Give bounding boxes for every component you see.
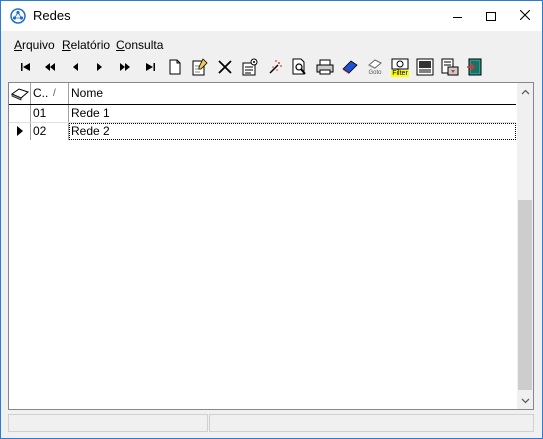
goto-button[interactable]: Goto — [365, 57, 385, 77]
row-name[interactable]: Rede 1 — [69, 105, 516, 122]
next-page-button[interactable] — [115, 57, 135, 77]
close-icon — [519, 9, 531, 23]
menu-consulta[interactable]: Consulta — [116, 38, 163, 52]
chevron-up-icon — [521, 89, 529, 94]
row-indicator — [9, 123, 31, 140]
menu-relatorio[interactable]: Relatório — [62, 38, 110, 52]
previous-page-icon — [45, 63, 55, 71]
properties-icon — [242, 58, 258, 76]
menu-relatorio-label: elatório — [70, 38, 111, 52]
row-name[interactable]: Rede 2 — [69, 123, 516, 140]
minimize-icon — [452, 16, 462, 18]
row-code[interactable]: 02 — [31, 123, 69, 140]
next-page-icon — [120, 63, 130, 71]
column-header-code[interactable]: C.. / — [31, 83, 69, 104]
book-icon — [11, 88, 29, 101]
properties-button[interactable] — [240, 57, 260, 77]
vertical-scrollbar[interactable] — [517, 83, 533, 409]
row-indicator — [9, 105, 31, 122]
first-record-icon — [21, 63, 30, 71]
close-button[interactable] — [508, 1, 542, 31]
current-row-arrow-icon — [17, 126, 23, 136]
first-record-button[interactable] — [16, 57, 36, 77]
column-header-code-label: C.. — [33, 86, 49, 100]
menu-arquivo[interactable]: Arquivo — [14, 38, 55, 52]
next-record-icon — [97, 63, 102, 71]
new-record-icon — [169, 59, 181, 75]
export-icon — [441, 58, 459, 76]
report-icon — [416, 58, 434, 76]
title-bar[interactable]: Redes — [1, 1, 542, 31]
wizard-button[interactable] — [265, 57, 285, 77]
last-record-icon — [146, 63, 155, 71]
print-icon — [316, 59, 334, 75]
goto-icon — [368, 59, 382, 69]
redes-window: Redes Arquivo Relatório Consulta Goto Fi… — [0, 0, 543, 439]
menu-arquivo-label: rquivo — [22, 38, 55, 52]
table-row-current[interactable]: 02 Rede 2 — [9, 123, 516, 140]
menu-arquivo-accel: A — [14, 38, 23, 52]
sort-indicator-icon: / — [53, 88, 56, 99]
status-panel-1 — [8, 414, 208, 432]
column-header-name-label: Nome — [71, 86, 104, 100]
toolbar: Goto Filter — [1, 57, 542, 79]
report-button[interactable] — [415, 57, 435, 77]
menu-relatorio-accel: R — [62, 38, 71, 52]
exit-button[interactable] — [465, 57, 485, 77]
menu-consulta-label: onsulta — [124, 38, 164, 52]
preview-button[interactable] — [290, 57, 310, 77]
bookmark-icon — [342, 60, 358, 74]
filter-button[interactable]: Filter — [390, 57, 410, 77]
goto-label: Goto — [368, 70, 382, 76]
grid-header: C.. / Nome — [9, 83, 516, 105]
exit-icon — [467, 58, 482, 76]
delete-record-button[interactable] — [215, 57, 235, 77]
menu-consulta-accel: C — [116, 38, 125, 52]
window-title: Redes — [33, 8, 71, 23]
status-panel-2 — [209, 414, 534, 432]
scroll-down-button[interactable] — [517, 392, 533, 409]
filter-label: Filter — [391, 69, 409, 77]
minimize-button[interactable] — [440, 1, 474, 31]
edit-record-icon — [192, 58, 208, 76]
row-code[interactable]: 01 — [31, 105, 69, 122]
next-record-button[interactable] — [90, 57, 110, 77]
data-grid[interactable]: C.. / Nome 01 Rede 1 02 Rede 2 — [8, 82, 534, 410]
print-button[interactable] — [315, 57, 335, 77]
previous-page-button[interactable] — [40, 57, 60, 77]
header-indicator[interactable] — [9, 83, 31, 104]
previous-record-button[interactable] — [65, 57, 85, 77]
table-row[interactable]: 01 Rede 1 — [9, 105, 516, 122]
export-button[interactable] — [440, 57, 460, 77]
delete-record-icon — [218, 60, 232, 74]
previous-record-icon — [73, 63, 78, 71]
status-bar — [1, 412, 542, 434]
preview-icon — [292, 58, 306, 75]
maximize-button[interactable] — [474, 1, 508, 31]
wizard-icon — [269, 60, 282, 74]
scroll-thumb[interactable] — [518, 200, 532, 390]
filter-icon — [391, 58, 409, 69]
column-header-name[interactable]: Nome — [69, 83, 516, 104]
chevron-down-icon — [521, 398, 529, 403]
last-record-button[interactable] — [140, 57, 160, 77]
scroll-up-button[interactable] — [517, 83, 533, 100]
edit-record-button[interactable] — [190, 57, 210, 77]
maximize-icon — [486, 11, 496, 21]
network-app-icon — [10, 8, 26, 24]
new-record-button[interactable] — [165, 57, 185, 77]
bookmark-button[interactable] — [340, 57, 360, 77]
